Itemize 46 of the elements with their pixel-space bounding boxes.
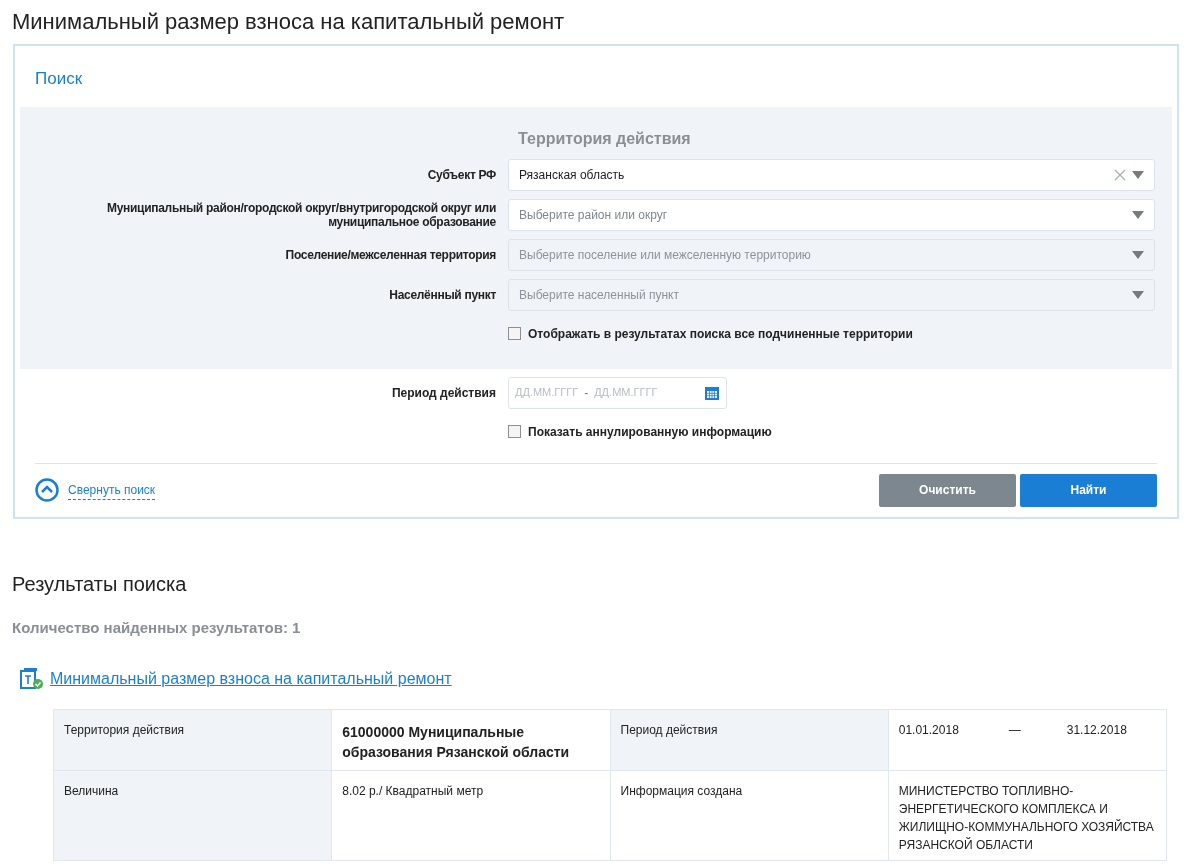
select-placeholder: Выберите район или округ [519, 206, 669, 224]
calendar-icon[interactable] [704, 384, 720, 401]
select-value: Рязанская область [519, 166, 626, 184]
select-placeholder: Выберите населенный пункт [519, 286, 680, 304]
page-title: Минимальный размер взноса на капитальный ремонт [11, 8, 566, 36]
cell-text: 31.12.2018 [1066, 722, 1127, 739]
section-heading: Территория действия [517, 128, 691, 149]
caret-icon [1132, 290, 1144, 299]
date-range-field[interactable]: ДД.ММ.ГГГГ - ДД.ММ.ГГГГ [508, 376, 727, 409]
clear-icon[interactable] [1114, 168, 1126, 181]
checkbox[interactable] [508, 425, 521, 438]
clear-button[interactable]: Очистить [879, 473, 1016, 507]
date-placeholder: ДД.ММ.ГГГГ [515, 385, 579, 401]
select-field[interactable]: Рязанская область [508, 158, 1155, 191]
cell-text: — [1008, 722, 1022, 739]
results-count: Количество найденных результатов: 1 [11, 617, 301, 638]
checkbox[interactable] [508, 327, 521, 340]
date-separator: - [584, 384, 589, 402]
search-button[interactable]: Найти [1020, 473, 1157, 507]
select-placeholder: Выберите поселение или межселенную территорию [519, 246, 812, 264]
field-label: Период действия [391, 384, 496, 402]
cell-text: Территория действия [64, 722, 186, 739]
cell-text: МИНИСТЕРСТВО ТОПЛИВНО-ЭНЕРГЕТИЧЕСКОГО КОМПЛЕКСА И ЖИЛИЩНО-КОММУНАЛЬНОГО ХОЗЯЙСТВА РЯЗАНСКОЙ ОБЛАСТИ [898, 783, 1155, 854]
cell-text: Информация создана [620, 783, 744, 800]
checkbox-label: Отображать в результатах поиска все подчиненные территории [528, 325, 913, 343]
date-placeholder: ДД.ММ.ГГГГ [594, 385, 659, 401]
chevron-up-icon [35, 478, 59, 502]
cell-text: Период действия [620, 722, 719, 739]
caret-icon [1132, 250, 1144, 259]
field-label: Муниципальный район/городской округ/внутригородской округ или муниципальное образование [106, 200, 496, 229]
field-label: Населённый пункт [389, 287, 496, 302]
select-field[interactable]: Выберите район или округ [508, 198, 1155, 231]
document-check-icon [20, 668, 44, 690]
cell-text: 8.02 р./ Квадратный метр [342, 783, 485, 800]
checkbox-label: Показать аннулированную информацию [528, 423, 772, 441]
collapse-link[interactable]: Свернуть поиск [35, 478, 156, 502]
field-label: Субъект РФ [427, 167, 496, 182]
result-link[interactable]: Минимальный размер взноса на капитальный ремонт [50, 667, 452, 691]
caret-icon [1132, 210, 1144, 219]
section-title: Результаты поиска [11, 571, 187, 597]
cell-text: 61000000 Муниципальные образования Рязанской области [342, 723, 571, 762]
field-label: Поселение/межселенная территория [285, 247, 496, 262]
cell-text: Величина [64, 783, 120, 800]
caret-icon [1132, 170, 1144, 179]
cell-text: 01.01.2018 [898, 722, 960, 739]
panel-heading: Поиск [34, 68, 84, 90]
